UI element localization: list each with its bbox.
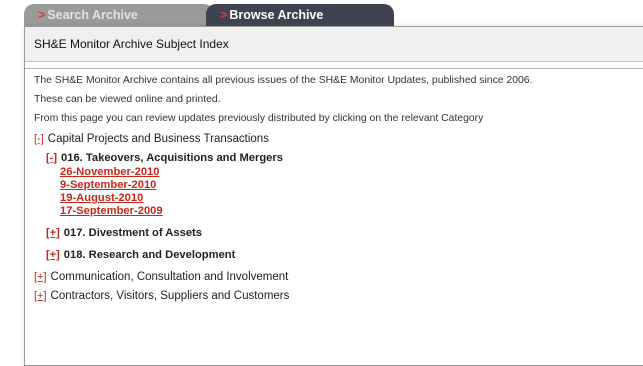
subcategory-018: [+] 018. Research and Development xyxy=(34,248,643,262)
intro-text: These can be viewed online and printed. xyxy=(34,94,221,105)
subcategory-label[interactable]: 017. Divestment of Assets xyxy=(64,227,202,239)
arrow-icon: > xyxy=(38,8,46,22)
tab-label: Search Archive xyxy=(47,8,138,22)
content-area: The SH&E Monitor Archive contains all pr… xyxy=(25,68,643,365)
update-link[interactable]: 9-September-2010 xyxy=(60,179,643,192)
page-title: SH&E Monitor Archive Subject Index xyxy=(34,37,229,51)
category-contractors: [+] Contractors, Visitors, Suppliers and … xyxy=(34,289,643,303)
update-link[interactable]: 26-November-2010 xyxy=(60,166,643,179)
panel-header: SH&E Monitor Archive Subject Index xyxy=(25,27,643,62)
update-link[interactable]: 17-September-2009 xyxy=(60,205,643,218)
update-links: 26-November-2010 9-September-2010 19-Aug… xyxy=(60,166,643,218)
arrow-icon: > xyxy=(220,8,228,22)
subcategory-label[interactable]: 018. Research and Development xyxy=(64,249,236,261)
category-capital-projects: [-] Capital Projects and Business Transac… xyxy=(34,132,643,262)
expand-toggle[interactable]: [+] xyxy=(46,226,60,240)
intro-text: The SH&E Monitor Archive contains all pr… xyxy=(34,75,533,86)
collapse-toggle[interactable]: [-] xyxy=(46,151,57,165)
category-label[interactable]: Capital Projects and Business Transactio… xyxy=(48,133,269,145)
expand-toggle[interactable]: [+] xyxy=(34,289,47,303)
category-row: [-] Capital Projects and Business Transac… xyxy=(34,132,643,146)
tab-bar: > Search Archive > Browse Archive xyxy=(0,0,643,26)
category-label[interactable]: Communication, Consultation and Involvem… xyxy=(51,271,289,283)
tab-search-archive[interactable]: > Search Archive xyxy=(24,4,214,26)
subcategory-row: [+] 017. Divestment of Assets xyxy=(46,226,643,240)
collapse-toggle[interactable]: [-] xyxy=(34,132,44,146)
subcategory-016: [-] 016. Takeovers, Acquisitions and Merg… xyxy=(34,151,643,218)
intro-text: From this page you can review updates pr… xyxy=(34,113,484,124)
subcategory-017: [+] 017. Divestment of Assets xyxy=(34,226,643,240)
subcategory-label[interactable]: 016. Takeovers, Acquisitions and Mergers xyxy=(61,152,283,164)
archive-panel: SH&E Monitor Archive Subject Index The S… xyxy=(24,26,643,366)
tab-browse-archive[interactable]: > Browse Archive xyxy=(206,4,394,26)
category-communication: [+] Communication, Consultation and Invol… xyxy=(34,270,643,284)
expand-toggle[interactable]: [+] xyxy=(46,248,60,262)
update-link[interactable]: 19-August-2010 xyxy=(60,192,643,205)
expand-toggle[interactable]: [+] xyxy=(34,270,47,284)
category-label[interactable]: Contractors, Visitors, Suppliers and Cus… xyxy=(51,290,290,302)
subcategory-row: [+] 018. Research and Development xyxy=(46,248,643,262)
subcategory-row: [-] 016. Takeovers, Acquisitions and Merg… xyxy=(46,151,643,165)
tab-label: Browse Archive xyxy=(229,8,324,22)
